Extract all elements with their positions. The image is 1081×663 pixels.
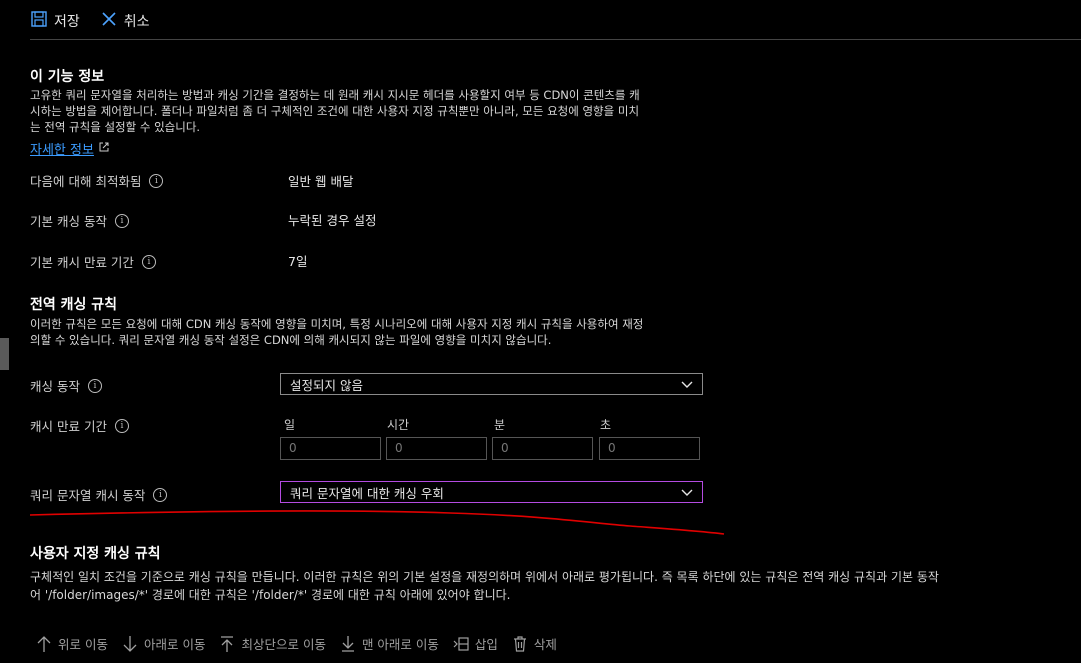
save-label: 저장 xyxy=(54,14,80,30)
cancel-button[interactable]: 취소 xyxy=(100,10,150,32)
save-button[interactable]: 저장 xyxy=(30,10,80,32)
move-top-label: 최상단으로 이동 xyxy=(241,637,326,652)
default-caching-value: 누락된 경우 설정 xyxy=(288,213,377,228)
chevron-down-icon xyxy=(681,381,693,388)
move-up-button[interactable]: 위로 이동 xyxy=(36,634,108,653)
caching-behavior-value: 설정되지 않음 xyxy=(290,377,363,393)
default-caching-text: 기본 캐싱 동작 xyxy=(30,214,107,229)
optimized-for-label: 다음에 대해 최적화됨 i xyxy=(30,171,164,190)
minutes-label: 분 xyxy=(494,418,506,432)
cache-expiration-label: 캐시 만료 기간 i xyxy=(30,416,129,435)
delete-button[interactable]: 삭제 xyxy=(512,634,557,653)
move-to-top-icon xyxy=(221,635,234,652)
minutes-input[interactable]: 0 xyxy=(492,437,593,460)
days-label: 일 xyxy=(284,418,296,432)
red-annotation-underline xyxy=(30,510,725,535)
info-icon[interactable]: i xyxy=(114,418,129,433)
toolbar-divider xyxy=(30,39,1081,40)
seconds-label: 초 xyxy=(600,418,612,432)
delete-label: 삭제 xyxy=(533,637,557,652)
query-string-dropdown[interactable]: 쿼리 문자열에 대한 캐싱 우회 xyxy=(280,481,703,503)
insert-label: 삽입 xyxy=(474,637,498,652)
info-icon[interactable]: i xyxy=(153,487,168,502)
cancel-label: 취소 xyxy=(123,14,150,30)
about-description: 고유한 쿼리 문자열을 처리하는 방법과 캐싱 기간을 결정하는 데 원래 캐시… xyxy=(30,87,640,135)
arrow-up-icon xyxy=(37,635,51,652)
about-line-2: 시하는 방법을 제어합니다. 폴더나 파일처럼 좀 더 구체적인 조건에 대한 … xyxy=(30,104,640,118)
close-icon xyxy=(100,10,118,32)
about-title: 이 기능 정보 xyxy=(30,69,105,85)
hours-label: 시간 xyxy=(387,418,410,432)
learn-more-link[interactable]: 자세한 정보 xyxy=(30,139,110,158)
rules-command-bar: 위로 이동 아래로 이동 최상단으로 이동 맨 아래로 이동 삽입 삭제 xyxy=(36,634,571,653)
default-caching-label: 기본 캐싱 동작 i xyxy=(30,211,129,230)
about-line-3: 는 전역 규칙을 설정할 수 있습니다. xyxy=(30,120,201,134)
save-icon xyxy=(30,10,48,32)
default-expiration-value: 7일 xyxy=(288,254,308,269)
cache-expiration-text: 캐시 만료 기간 xyxy=(30,419,107,434)
custom-line-1: 구체적인 일치 조건을 기준으로 캐싱 규칙을 만듭니다. 이러한 규칙은 위의… xyxy=(30,570,939,584)
query-string-label: 쿼리 문자열 캐시 동작 i xyxy=(30,485,168,504)
move-down-label: 아래로 이동 xyxy=(143,637,206,652)
default-expiration-text: 기본 캐시 만료 기간 xyxy=(30,255,134,270)
info-icon[interactable]: i xyxy=(141,254,156,269)
caching-behavior-text: 캐싱 동작 xyxy=(30,379,80,394)
learn-more-label: 자세한 정보 xyxy=(30,143,94,158)
external-link-icon xyxy=(98,141,110,157)
arrow-down-icon xyxy=(123,635,137,652)
optimized-for-value: 일반 웹 배달 xyxy=(288,174,354,189)
about-line-1: 고유한 쿼리 문자열을 처리하는 방법과 캐싱 기간을 결정하는 데 원래 캐시… xyxy=(30,88,640,102)
seconds-input[interactable]: 0 xyxy=(599,437,700,460)
info-icon[interactable]: i xyxy=(114,213,129,228)
default-expiration-label: 기본 캐시 만료 기간 i xyxy=(30,252,156,271)
hours-input[interactable]: 0 xyxy=(386,437,487,460)
move-bottom-label: 맨 아래로 이동 xyxy=(361,637,439,652)
days-input[interactable]: 0 xyxy=(280,437,381,460)
move-down-button[interactable]: 아래로 이동 xyxy=(122,634,205,653)
move-up-label: 위로 이동 xyxy=(58,637,108,652)
info-icon[interactable]: i xyxy=(87,378,102,393)
trash-icon xyxy=(513,635,526,652)
toolbar: 저장 취소 xyxy=(30,8,170,34)
global-rules-title: 전역 캐싱 규칙 xyxy=(30,297,118,313)
query-string-value: 쿼리 문자열에 대한 캐싱 우회 xyxy=(290,485,444,501)
custom-rules-description: 구체적인 일치 조건을 기준으로 캐싱 규칙을 만듭니다. 이러한 규칙은 위의… xyxy=(30,568,1081,604)
optimized-for-text: 다음에 대해 최적화됨 xyxy=(30,174,142,189)
insert-button[interactable]: 삽입 xyxy=(453,634,498,653)
global-line-2: 의할 수 있습니다. 쿼리 문자열 캐싱 동작 설정은 CDN에 의해 캐시되지… xyxy=(30,333,552,347)
move-bottom-button[interactable]: 맨 아래로 이동 xyxy=(340,634,439,653)
query-string-text: 쿼리 문자열 캐시 동작 xyxy=(30,488,146,503)
custom-rules-title: 사용자 지정 캐싱 규칙 xyxy=(30,546,161,562)
left-scroll-indicator xyxy=(0,338,9,370)
global-line-1: 이러한 규칙은 모든 요청에 대해 CDN 캐싱 동작에 영향을 미치며, 특정… xyxy=(30,317,644,331)
global-rules-description: 이러한 규칙은 모든 요청에 대해 CDN 캐싱 동작에 영향을 미치며, 특정… xyxy=(30,316,643,348)
move-to-bottom-icon xyxy=(341,635,354,652)
insert-icon xyxy=(453,636,469,651)
chevron-down-icon xyxy=(681,489,693,496)
caching-behavior-dropdown[interactable]: 설정되지 않음 xyxy=(280,373,703,395)
caching-behavior-label: 캐싱 동작 i xyxy=(30,376,102,395)
move-top-button[interactable]: 최상단으로 이동 xyxy=(219,634,326,653)
custom-line-2: 어 '/folder/images/*' 경로에 대한 규칙은 '/folder… xyxy=(30,588,511,602)
info-icon[interactable]: i xyxy=(149,173,164,188)
